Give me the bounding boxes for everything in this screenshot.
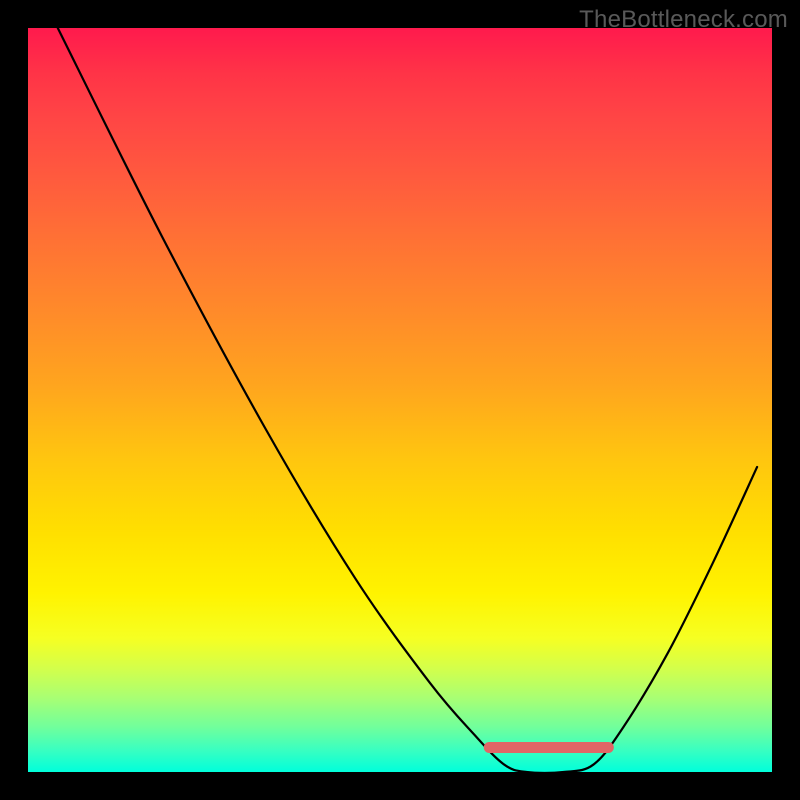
bottleneck-curve [58, 28, 757, 772]
chart-container: TheBottleneck.com [0, 0, 800, 800]
attribution-text: TheBottleneck.com [579, 6, 788, 34]
curve-svg [28, 28, 772, 772]
plot-area [28, 28, 772, 772]
